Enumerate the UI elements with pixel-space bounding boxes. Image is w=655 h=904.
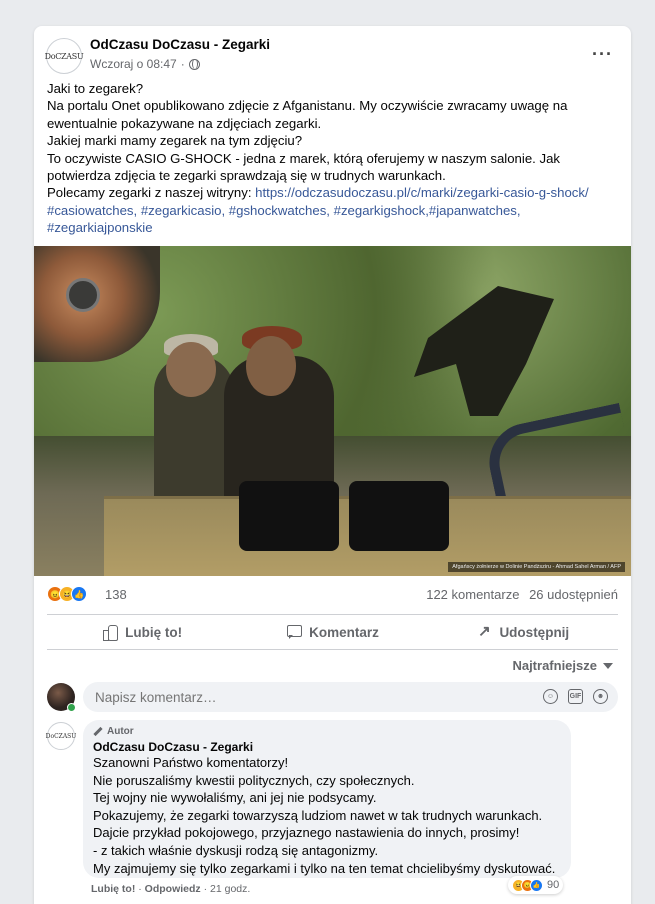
comment-input-icons: ☺ GIF ☻ — [543, 689, 608, 704]
reactions-summary[interactable]: 😠 😆 👍 — [47, 586, 87, 602]
share-label: Udostępnij — [499, 624, 570, 640]
comment-line: Szanowni Państwo komentatorzy! — [93, 755, 289, 770]
comment-actions: Lubię to! · Odpowiedz · 21 godz. — [91, 883, 250, 895]
comments-shares: 122 komentarze 26 udostępnień — [426, 587, 618, 602]
comment-dot: · — [138, 883, 142, 895]
hashtags-line[interactable]: #zegarkiajponskie — [47, 219, 622, 236]
like-icon: 👍 — [71, 586, 87, 602]
post-text-line: Na portalu Onet opublikowano zdjęcie z A… — [47, 98, 568, 114]
comment-line: - z takich właśnie dyskusji rodzą się an… — [93, 842, 379, 858]
caret-down-icon — [603, 662, 613, 669]
author-badge: Autor — [93, 726, 561, 737]
comment-line: My zajmujemy się tylko zegarkami i tylko… — [93, 860, 556, 876]
author-badge-label: Autor — [107, 726, 134, 737]
photo-credit: Afgańscy żołnierze w Dolinie Pandższiru … — [448, 562, 625, 572]
online-status-icon — [67, 703, 76, 712]
comment-dot: · — [203, 883, 208, 895]
commenter-avatar[interactable]: DoCZASU — [45, 722, 77, 750]
watch-icon — [66, 278, 100, 312]
comment-reactions-count: 90 — [547, 879, 560, 891]
post-text-line: Jaki to zegarek? — [47, 81, 144, 96]
comment-line: Nie poruszaliśmy kwestii politycznych, c… — [93, 772, 415, 788]
comment-like-link[interactable]: Lubię to! — [91, 883, 135, 895]
page-avatar[interactable]: DoCZASU — [44, 38, 84, 74]
sort-label: Najtrafniejsze — [512, 658, 597, 673]
post-text-line: potwierdza zdjęcia te zegarki sprawdzają… — [47, 168, 446, 184]
post-card: DoCZASU OdCzasu DoCzasu - Zegarki Wczora… — [34, 26, 631, 904]
post-photo[interactable]: Afgańscy żołnierze w Dolinie Pandższiru … — [34, 246, 631, 576]
reactions-count[interactable]: 138 — [105, 587, 127, 602]
share-button[interactable]: ↗ Udostępnij — [428, 615, 618, 649]
comment-time[interactable]: 21 godz. — [210, 883, 250, 895]
recommend-text: Polecamy zegarki z naszej witryny: — [47, 185, 256, 201]
comment-line: Pokazujemy, że zegarki towarzyszą ludzio… — [93, 807, 543, 823]
comment-label: Komentarz — [309, 624, 379, 640]
post-text: Jaki to zegarek? Na portalu Onet opublik… — [47, 80, 622, 237]
comment-input-row: ☺ GIF ☻ — [47, 682, 618, 712]
post-time[interactable]: Wczoraj o 08:47 — [90, 57, 177, 71]
photo-soldier — [154, 334, 234, 516]
comment-line: Dajcie przykład pokojowego, przyjaznego … — [93, 825, 520, 841]
comment-bubble: Autor OdCzasu DoCzasu - Zegarki Szanowni… — [83, 720, 571, 878]
gif-icon[interactable]: GIF — [568, 689, 583, 704]
comment-input[interactable] — [83, 682, 618, 712]
pen-icon — [93, 726, 103, 737]
page-logo-text: DoCZASU — [44, 51, 84, 61]
post-meta: Wczoraj o 08:47 · — [90, 57, 200, 71]
comments-count[interactable]: 122 komentarze — [426, 587, 519, 602]
post-text-line: Polecamy zegarki z naszej witryny: https… — [47, 184, 622, 201]
comment-reply-link[interactable]: Odpowiedz — [145, 883, 201, 895]
post-text-line: ewentualnie pokazywane na zdjęciach zega… — [47, 115, 322, 131]
like-button[interactable]: Lubię to! — [47, 615, 237, 649]
emoji-icon[interactable]: ☺ — [543, 689, 558, 704]
photo-seat — [239, 481, 339, 551]
sticker-icon[interactable]: ☻ — [593, 689, 608, 704]
comment-button[interactable]: Komentarz — [237, 615, 427, 649]
post-text-line: To oczywiste CASIO G-SHOCK - jedna z mar… — [47, 150, 561, 166]
shares-count[interactable]: 26 udostępnień — [529, 587, 618, 602]
comment-reactions[interactable]: 😆 😠 👍 90 — [508, 876, 564, 894]
post-text-line: Jakiej marki mamy zegarek na tym zdjęciu… — [47, 133, 303, 149]
thumbs-up-icon — [102, 624, 119, 641]
more-options-icon[interactable]: ··· — [592, 44, 613, 65]
post-header: DoCZASU OdCzasu DoCzasu - Zegarki Wczora… — [44, 36, 619, 76]
post-stats: 😠 😆 👍 138 122 komentarze 26 udostępnień — [47, 584, 618, 604]
commenter-logo-text: DoCZASU — [45, 732, 77, 740]
sort-dropdown[interactable]: Najtrafniejsze — [512, 658, 613, 673]
like-icon: 👍 — [530, 878, 543, 892]
page-name[interactable]: OdCzasu DoCzasu - Zegarki — [90, 37, 270, 52]
hashtags-line[interactable]: #casiowatches, #zegarkicasio, #gshockwat… — [47, 202, 622, 219]
post-actions: Lubię to! Komentarz ↗ Udostępnij — [47, 614, 618, 650]
share-icon: ↗ — [478, 623, 491, 640]
comment-author-name[interactable]: OdCzasu DoCzasu - Zegarki — [93, 740, 561, 754]
globe-icon — [188, 58, 200, 70]
like-label: Lubię to! — [125, 624, 183, 640]
photo-seat — [349, 481, 449, 551]
comment-line: Tej wojny nie wywołaliśmy, ani jej nie p… — [93, 790, 377, 806]
shop-link[interactable]: https://odczasudoczasu.pl/c/marki/zegark… — [255, 185, 589, 200]
meta-separator: · — [180, 57, 185, 71]
comment-icon — [286, 624, 303, 640]
